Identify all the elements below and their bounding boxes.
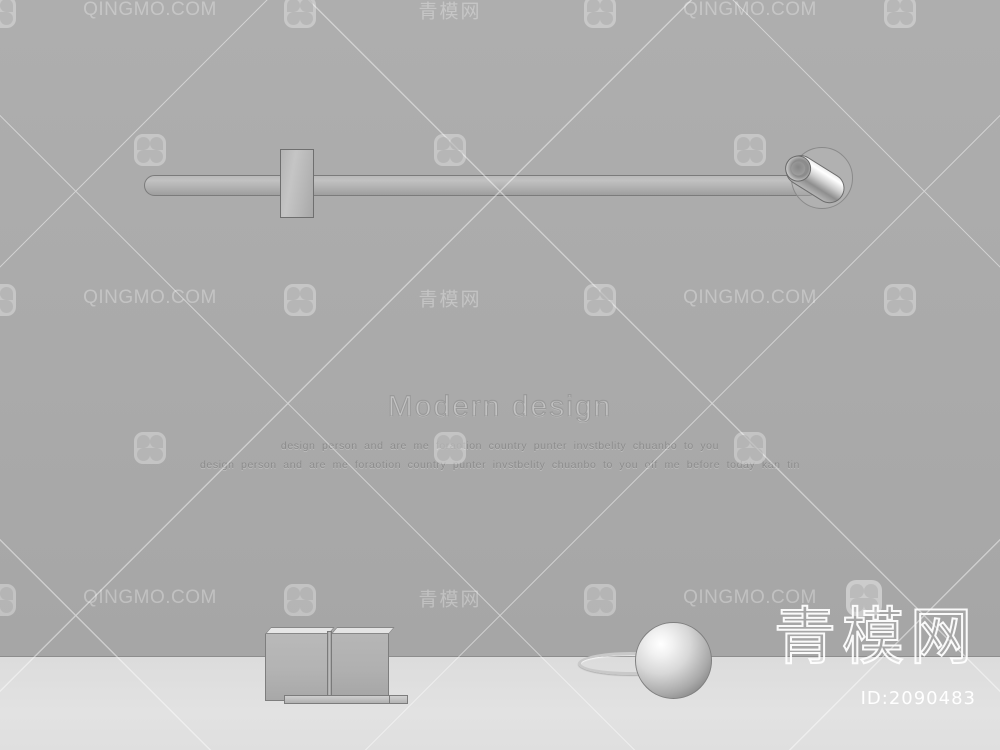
wall-subtext-line-1: design person and are me foraotion count… [280, 440, 720, 452]
towel-rail-bar [144, 175, 819, 196]
decor-sphere-group [575, 610, 725, 710]
wall-subtext-line-2: design person and are me foraotion count… [199, 459, 800, 471]
storage-box-right [331, 633, 389, 701]
model-id-label: ID:2090483 [860, 688, 976, 709]
decor-sphere [635, 622, 712, 699]
wall-headline-text: Modern design [387, 390, 613, 424]
box-base-plate [284, 695, 400, 704]
storage-box-right-top [331, 627, 395, 634]
storage-box-group [260, 625, 410, 710]
rail-wall-bracket [280, 149, 314, 218]
storage-box-left [265, 633, 329, 701]
box-base-foot [389, 695, 408, 704]
storage-box-divider [327, 631, 332, 701]
storage-box-left-top [265, 627, 335, 634]
scene-viewport: Modern design design person and are me f… [0, 0, 1000, 750]
brand-watermark: 青模网 [773, 599, 978, 674]
